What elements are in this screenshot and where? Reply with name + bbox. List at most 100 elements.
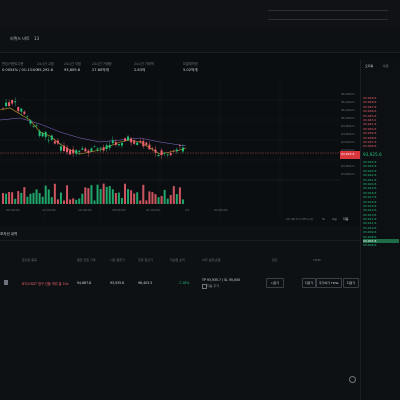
candle-body <box>178 145 181 146</box>
stat-value: 2.63억 <box>134 68 146 72</box>
candle-body <box>157 154 160 157</box>
tab-item-0[interactable]: 리퀴드 비트 <box>10 36 30 42</box>
scale-label: 95,400.0 <box>341 100 355 104</box>
position-pnl: -7.18% <box>178 281 190 285</box>
scale-label: 94,400.0 <box>341 140 355 144</box>
volume-bar <box>114 193 117 204</box>
volume-bar <box>35 189 38 204</box>
volume-bar <box>108 186 111 204</box>
trades-tab[interactable]: 체결 <box>383 64 389 68</box>
volume-bar <box>124 183 126 204</box>
volume-bar <box>105 186 108 204</box>
volume-bar <box>5 193 8 204</box>
time-label: 03:00:00 <box>214 208 228 212</box>
candle-body <box>11 100 14 104</box>
auto-scale-toggle[interactable]: 자동 <box>343 217 349 221</box>
volume-bar <box>56 199 59 204</box>
candle-body <box>59 146 62 151</box>
volume-bar <box>90 185 93 204</box>
candle-body <box>175 149 178 152</box>
candle-body <box>44 132 47 137</box>
volume-bar <box>139 200 142 204</box>
candles <box>2 97 184 159</box>
tab-item-1[interactable]: 13 <box>34 36 39 41</box>
candle-body <box>50 135 53 140</box>
volume-bar <box>26 196 29 204</box>
time-label: 21:00:00 <box>146 208 160 212</box>
candle-body <box>172 150 175 152</box>
candle-body <box>8 102 11 107</box>
orderbook-mid-price: 93,925.6 <box>363 152 382 157</box>
stat-label: 24시간 거래액 <box>134 62 154 66</box>
col-close: 청산 <box>272 258 278 262</box>
candle-body <box>87 150 90 153</box>
price-tag-value: 93,925.6 <box>341 151 355 156</box>
candle-body <box>17 107 20 112</box>
close-position-button[interactable]: 지정가 <box>343 278 359 288</box>
candle-body <box>99 147 102 149</box>
candle-body <box>133 140 136 144</box>
candle-body <box>66 147 69 153</box>
candle-body <box>90 148 93 152</box>
home-icon[interactable] <box>4 280 8 285</box>
candle-body <box>108 144 111 148</box>
volume-bar <box>75 199 78 204</box>
orderbook-buy-row[interactable]: 93,906.6 <box>363 243 399 247</box>
chart-clock: 20:46:13 (UTC+9) <box>286 217 314 221</box>
volume-bar <box>93 200 96 204</box>
candle-body <box>84 148 87 152</box>
candle-body <box>2 107 4 109</box>
stat-label: 24시간 저점 <box>64 62 81 66</box>
candle-body <box>29 120 32 124</box>
orderbook-tab[interactable]: 오더북 <box>365 64 373 68</box>
candle-body <box>160 150 163 156</box>
time-label: 12:00:00 <box>42 208 56 212</box>
tabs-bar <box>0 28 400 53</box>
time-label: 09:00:00 <box>6 208 20 212</box>
candle-body <box>136 142 139 145</box>
volume-bar <box>133 193 136 204</box>
volume-bar <box>136 192 139 204</box>
position-symbol[interactable]: BTCUSDT 영구 선물 격리 롱 10x <box>22 281 74 286</box>
volume-bar <box>120 197 123 204</box>
volume-bar <box>157 197 160 204</box>
volume-bar <box>151 192 154 204</box>
ma-line <box>0 107 187 155</box>
volume-bar <box>130 190 133 204</box>
volume-bar <box>166 198 169 204</box>
volume-bar <box>20 192 23 204</box>
volume-bar <box>29 193 32 204</box>
scale-label: 95,600.0 <box>341 92 355 96</box>
position-liq: 96,403.3 <box>138 281 153 285</box>
limit-close-button[interactable]: 지정가 <box>302 278 316 288</box>
top-bar <box>0 0 400 28</box>
settings-icon[interactable] <box>349 376 356 383</box>
scale-label: 93,600.0 <box>341 172 355 176</box>
candle-body <box>142 140 145 147</box>
candle-body <box>72 149 75 154</box>
volume-bar <box>87 188 90 204</box>
price-chart[interactable] <box>0 80 360 220</box>
col-mark: 시장 평균가 <box>110 258 125 262</box>
volume-bar <box>2 193 4 204</box>
candle-body <box>14 101 17 103</box>
position-entry: 94,687.8 <box>77 281 92 285</box>
candle-body <box>47 140 50 141</box>
candle-body <box>96 148 99 150</box>
volume-bar <box>148 191 151 204</box>
percent-scale-toggle[interactable]: % <box>322 217 325 221</box>
top-divider <box>268 19 388 20</box>
volume-bar <box>53 183 56 204</box>
candle-body <box>56 140 59 144</box>
orderbook-sell-row[interactable]: 93,936.6 <box>363 144 399 148</box>
add-tpsl-button[interactable]: 추가하기 TP/SL <box>316 278 342 288</box>
volume-bar <box>47 189 50 204</box>
orderbook-buys: 93,925.6 93,924.6 93,923.6 93,922.6 93,921.6… <box>363 160 399 248</box>
col-entry: 평균 진입 가격 <box>77 258 96 262</box>
volume-bar <box>23 187 26 204</box>
volume-bar <box>145 200 148 204</box>
market-close-button[interactable]: 시장가 <box>266 278 284 288</box>
col-tpsl: 이익 실현/손절 <box>202 258 221 262</box>
candle-body <box>53 141 56 144</box>
log-scale-toggle[interactable]: log <box>332 217 337 221</box>
